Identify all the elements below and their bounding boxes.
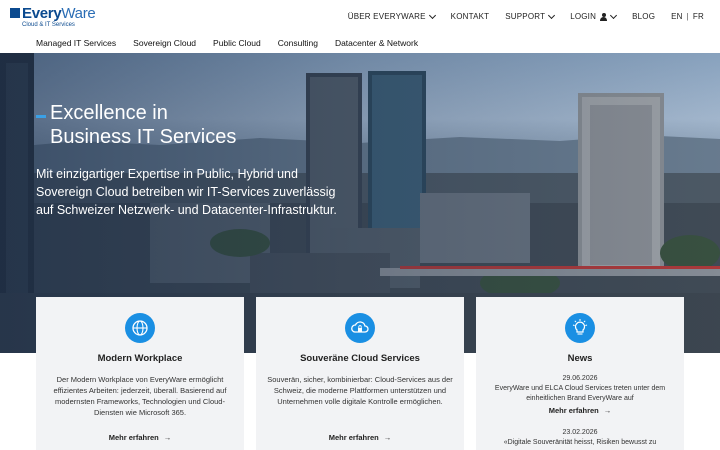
card-title: Modern Workplace xyxy=(97,353,183,364)
arrow-right-icon: → xyxy=(603,406,612,415)
mehr-erfahren-link[interactable]: Mehr erfahren → xyxy=(484,406,676,416)
topnav-item-support[interactable]: SUPPORT xyxy=(505,11,556,21)
arrow-right-icon: → xyxy=(383,433,392,442)
card-souveraene-cloud: Souveräne Cloud Services Souverän, siche… xyxy=(256,297,464,450)
news-date: 23.02.2026 xyxy=(562,429,598,436)
globe-icon xyxy=(125,313,155,343)
card-modern-workplace: Modern Workplace Der Modern Workplace vo… xyxy=(36,297,244,450)
cloud-lock-icon xyxy=(345,313,375,343)
news-text: «Digitale Souveränität heisst, Risiken b… xyxy=(503,439,657,446)
logo-mark-icon xyxy=(10,8,20,18)
service-navigation: Managed IT Services Sovereign Cloud Publ… xyxy=(36,38,435,48)
subnav-item-public-cloud[interactable]: Public Cloud xyxy=(213,38,261,48)
chevron-down-icon xyxy=(548,11,556,19)
news-item: 23.02.2026 «Digitale Souveränität heisst… xyxy=(484,428,676,448)
card-text: Souverän, sicher, kombinierbar: Cloud-Se… xyxy=(267,375,453,406)
top-navigation: ÜBER EVERYWARE KONTAKT SUPPORT LOGIN BLO… xyxy=(332,11,704,21)
subnav-item-datacenter-network[interactable]: Datacenter & Network xyxy=(335,38,418,48)
hero-title: Excellence in Business IT Services xyxy=(50,102,237,148)
hero-accent-bar xyxy=(36,115,46,118)
subnav-item-consulting[interactable]: Consulting xyxy=(278,38,318,48)
news-item: 29.06.2026 EveryWare und ELCA Cloud Serv… xyxy=(484,374,676,416)
news-date: 29.06.2026 xyxy=(562,375,598,382)
arrow-right-icon: → xyxy=(163,433,172,442)
lightbulb-icon xyxy=(565,313,595,343)
logo-wordmark: EveryWare xyxy=(22,5,96,22)
logo-tagline: Cloud & IT Services xyxy=(22,22,75,28)
topnav-item-blog[interactable]: BLOG xyxy=(632,12,655,21)
site-header: EveryWare Cloud & IT Services ÜBER EVERY… xyxy=(0,0,720,34)
card-title: Souveräne Cloud Services xyxy=(300,353,420,364)
lang-fr-link[interactable]: FR xyxy=(693,12,704,21)
subnav-item-managed-it[interactable]: Managed IT Services xyxy=(36,38,116,48)
card-news: News 29.06.2026 EveryWare und ELCA Cloud… xyxy=(476,297,684,450)
topnav-item-kontakt[interactable]: KONTAKT xyxy=(451,12,490,21)
user-icon xyxy=(600,12,608,21)
hero-description: Mit einzigartiger Expertise in Public, H… xyxy=(36,167,337,217)
lang-separator: | xyxy=(686,12,689,21)
news-text: EveryWare und ELCA Cloud Services treten… xyxy=(494,385,666,402)
language-switcher: EN | FR xyxy=(671,12,704,21)
topnav-item-ueber-everyware[interactable]: ÜBER EVERYWARE xyxy=(348,11,436,21)
chevron-down-icon xyxy=(428,11,436,19)
mehr-erfahren-link[interactable]: Mehr erfahren → xyxy=(36,433,244,442)
lang-en-link[interactable]: EN xyxy=(671,12,683,21)
chevron-down-icon xyxy=(610,11,618,19)
card-text: Der Modern Workplace von EveryWare ermög… xyxy=(53,375,227,417)
card-title: News xyxy=(567,353,593,364)
mehr-erfahren-link[interactable]: Mehr erfahren → xyxy=(256,433,464,442)
topnav-item-login[interactable]: LOGIN xyxy=(570,11,618,21)
subnav-item-sovereign-cloud[interactable]: Sovereign Cloud xyxy=(133,38,196,48)
